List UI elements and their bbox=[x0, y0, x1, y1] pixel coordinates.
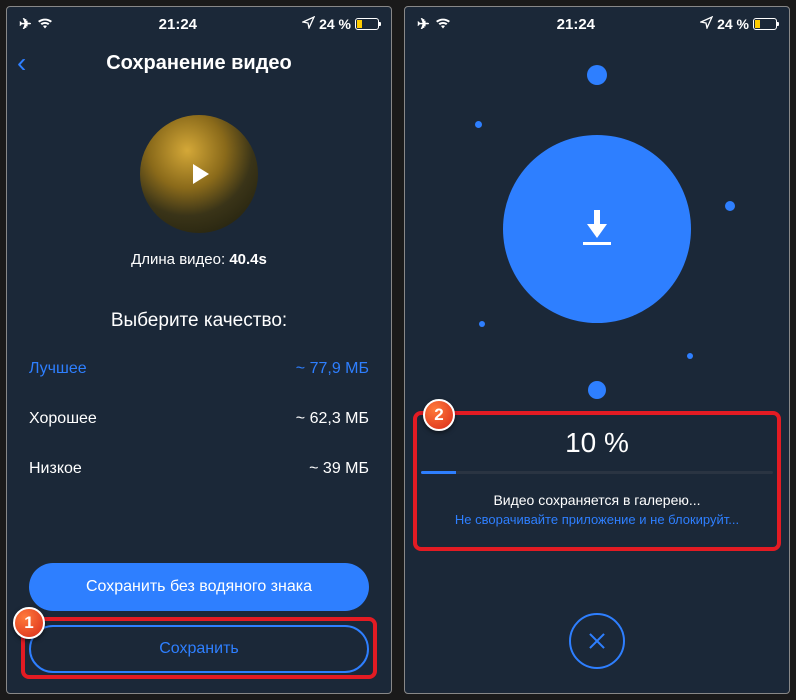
warning-label: Не сворачивайте приложение и не блокируй… bbox=[421, 512, 773, 527]
orbit-dot bbox=[725, 201, 735, 211]
orbit-dot bbox=[588, 381, 606, 399]
saving-label: Видео сохраняется в галерею... bbox=[421, 492, 773, 508]
phone-left: ✈ 21:24 24 % ‹ Сохранение видео Длина ви… bbox=[6, 6, 392, 694]
location-icon bbox=[700, 16, 713, 32]
battery-icon bbox=[355, 18, 379, 30]
wifi-icon bbox=[36, 16, 54, 33]
battery-pct: 24 % bbox=[717, 16, 749, 32]
progress-panel: 10 % Видео сохраняется в галерею... Не с… bbox=[421, 427, 773, 527]
battery-icon bbox=[753, 18, 777, 30]
save-no-watermark-button[interactable]: Сохранить без водяного знака bbox=[29, 563, 369, 611]
quality-header: Выберите качество: bbox=[7, 310, 391, 332]
quality-option-best[interactable]: Лучшее~ 77,9 МБ bbox=[7, 344, 391, 394]
video-length: Длина видео: 40.4s bbox=[131, 251, 267, 268]
progress-bar bbox=[421, 471, 773, 474]
quality-option-good[interactable]: Хорошее~ 62,3 МБ bbox=[7, 394, 391, 444]
battery-pct: 24 % bbox=[319, 16, 351, 32]
location-icon bbox=[302, 16, 315, 32]
quality-option-low[interactable]: Низкое~ 39 МБ bbox=[7, 444, 391, 494]
download-circle bbox=[503, 135, 691, 323]
orbit-dot bbox=[479, 321, 485, 327]
status-time: 21:24 bbox=[452, 16, 701, 33]
back-button[interactable]: ‹ bbox=[17, 49, 26, 77]
progress-percent: 10 % bbox=[421, 427, 773, 459]
progress-fill bbox=[421, 471, 456, 474]
airplane-icon: ✈ bbox=[417, 15, 430, 33]
orbit-dot bbox=[687, 353, 693, 359]
save-button[interactable]: Сохранить bbox=[29, 625, 369, 673]
download-animation bbox=[405, 41, 789, 417]
status-bar: ✈ 21:24 24 % bbox=[7, 7, 391, 41]
wifi-icon bbox=[434, 16, 452, 33]
page-title: Сохранение видео bbox=[7, 52, 391, 75]
nav-bar: ‹ Сохранение видео bbox=[7, 41, 391, 85]
status-bar: ✈ 21:24 24 % bbox=[405, 7, 789, 41]
orbit-dot bbox=[587, 65, 607, 85]
phone-right: ✈ 21:24 24 % 10 % bbox=[404, 6, 790, 694]
video-thumbnail[interactable] bbox=[140, 115, 258, 233]
video-preview-area: Длина видео: 40.4s bbox=[7, 85, 391, 278]
airplane-icon: ✈ bbox=[19, 15, 32, 33]
download-icon bbox=[578, 210, 616, 248]
cancel-button[interactable] bbox=[569, 613, 625, 669]
status-time: 21:24 bbox=[54, 16, 303, 33]
play-icon bbox=[193, 164, 209, 184]
orbit-dot bbox=[475, 121, 482, 128]
